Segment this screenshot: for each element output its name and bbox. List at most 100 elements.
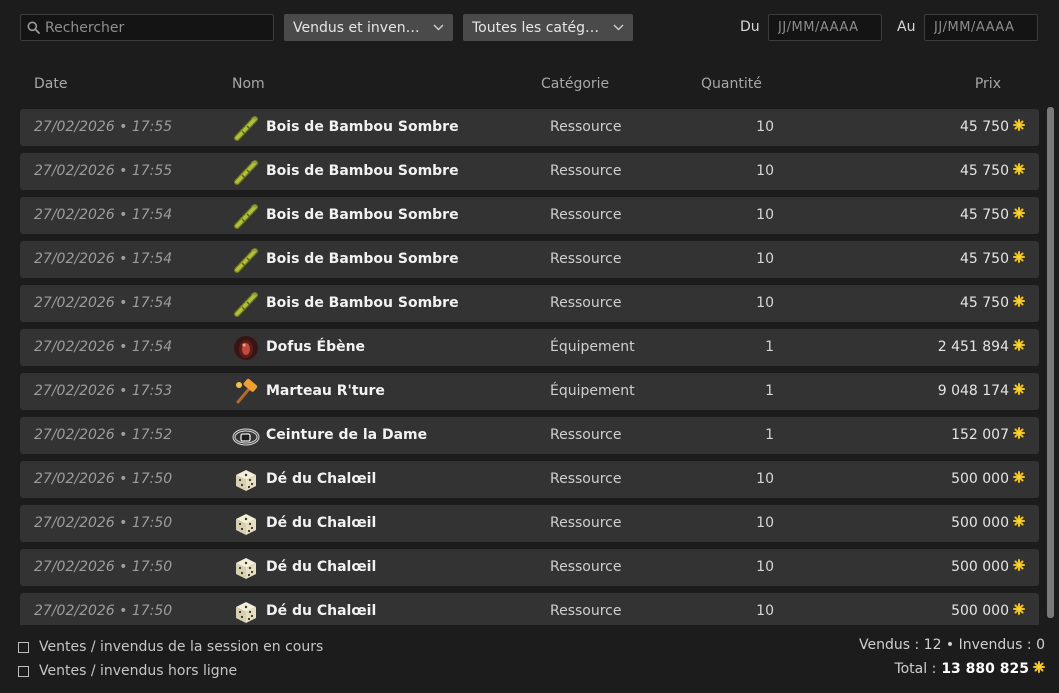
bamboo-wood-icon	[232, 202, 260, 230]
session-sales-checkbox[interactable]	[18, 641, 29, 653]
kama-icon	[1033, 661, 1045, 677]
row-date: 27/02/2026 • 17:54	[34, 339, 173, 355]
total-amount: Total : 13 880 825	[894, 661, 1045, 677]
column-header-date[interactable]: Date	[34, 76, 67, 92]
total-label: Total :	[894, 661, 937, 677]
table-row[interactable]: 27/02/2026 • 17:50 Dé du Chalœil Ressource…	[20, 549, 1039, 586]
row-item-name: Dé du Chalœil	[266, 471, 377, 487]
row-price: 45 750	[960, 207, 1025, 223]
kama-icon	[1013, 251, 1025, 267]
table-row[interactable]: 27/02/2026 • 17:55 Bois de Bambou Sombre R…	[20, 109, 1039, 146]
row-price-value: 2 451 894	[937, 339, 1009, 355]
row-item-name: Dé du Chalœil	[266, 559, 377, 575]
row-quantity: 10	[756, 603, 774, 619]
bamboo-wood-icon	[232, 114, 260, 142]
dofus-egg-icon	[232, 334, 260, 362]
column-header-name[interactable]: Nom	[232, 76, 265, 92]
kama-icon	[1013, 471, 1025, 487]
table-row[interactable]: 27/02/2026 • 17:50 Dé du Chalœil Ressource…	[20, 461, 1039, 498]
row-price: 45 750	[960, 119, 1025, 135]
search-input[interactable]	[45, 19, 265, 36]
table-row[interactable]: 27/02/2026 • 17:54 Bois de Bambou Sombre R…	[20, 241, 1039, 278]
row-price-value: 45 750	[960, 251, 1009, 267]
bamboo-wood-icon	[232, 246, 260, 274]
table-row[interactable]: 27/02/2026 • 17:50 Dé du Chalœil Ressource…	[20, 593, 1039, 625]
scrollbar[interactable]	[1047, 107, 1054, 618]
filter-bar: Vendus et invendus Toutes les catégories…	[0, 0, 1059, 56]
column-header-category[interactable]: Catégorie	[541, 76, 609, 92]
table-row[interactable]: 27/02/2026 • 17:50 Dé du Chalœil Ressource…	[20, 505, 1039, 542]
row-date: 27/02/2026 • 17:50	[34, 471, 173, 487]
kama-icon	[1013, 515, 1025, 531]
row-item-name: Dé du Chalœil	[266, 515, 377, 531]
dice-icon	[232, 510, 260, 538]
row-date: 27/02/2026 • 17:54	[34, 251, 173, 267]
row-price-value: 9 048 174	[937, 383, 1009, 399]
row-price-value: 45 750	[960, 119, 1009, 135]
row-date: 27/02/2026 • 17:54	[34, 207, 173, 223]
table-row[interactable]: 27/02/2026 • 17:54 Bois de Bambou Sombre R…	[20, 285, 1039, 322]
row-price: 500 000	[951, 515, 1025, 531]
kama-icon	[1013, 559, 1025, 575]
kama-icon	[1013, 119, 1025, 135]
row-price: 45 750	[960, 251, 1025, 267]
row-category: Ressource	[550, 603, 622, 619]
row-category: Ressource	[550, 471, 622, 487]
row-price-value: 152 007	[951, 427, 1009, 443]
kama-icon	[1013, 163, 1025, 179]
row-quantity: 10	[756, 295, 774, 311]
row-quantity: 10	[756, 251, 774, 267]
scrollbar-thumb[interactable]	[1047, 107, 1054, 618]
table-row[interactable]: 27/02/2026 • 17:53 Marteau R'ture Équipeme…	[20, 373, 1039, 410]
table-header: Date Nom Catégorie Quantité Prix	[0, 70, 1059, 98]
status-filter-dropdown[interactable]: Vendus et invendus	[284, 14, 453, 41]
table-row[interactable]: 27/02/2026 • 17:55 Bois de Bambou Sombre R…	[20, 153, 1039, 190]
row-price: 500 000	[951, 471, 1025, 487]
dice-icon	[232, 554, 260, 582]
date-to-label: Au	[897, 19, 916, 35]
offline-sales-checkbox[interactable]	[18, 665, 29, 677]
column-header-price[interactable]: Prix	[975, 76, 1001, 92]
sales-history-list: 27/02/2026 • 17:55 Bois de Bambou Sombre R…	[20, 109, 1039, 625]
search-icon	[27, 21, 40, 34]
table-row[interactable]: 27/02/2026 • 17:54 Dofus Ébène Équipement 1…	[20, 329, 1039, 366]
kama-icon	[1013, 207, 1025, 223]
offline-sales-toggle[interactable]: Ventes / invendus hors ligne	[18, 663, 237, 679]
row-item-name: Dofus Ébène	[266, 339, 366, 355]
row-quantity: 10	[756, 515, 774, 531]
table-row[interactable]: 27/02/2026 • 17:52 Ceinture de la Dame Res…	[20, 417, 1039, 454]
row-price-value: 45 750	[960, 295, 1009, 311]
row-date: 27/02/2026 • 17:50	[34, 515, 173, 531]
category-filter-dropdown[interactable]: Toutes les catégories	[463, 14, 633, 41]
row-category: Ressource	[550, 515, 622, 531]
row-quantity: 10	[756, 559, 774, 575]
belt-icon	[232, 422, 260, 450]
row-price: 45 750	[960, 163, 1025, 179]
row-item-name: Bois de Bambou Sombre	[266, 163, 459, 179]
row-category: Équipement	[550, 383, 635, 399]
row-price: 500 000	[951, 603, 1025, 619]
footer: Ventes / invendus de la session en cours…	[0, 628, 1059, 693]
search-box[interactable]	[20, 14, 274, 41]
row-category: Ressource	[550, 295, 622, 311]
date-from-input[interactable]	[768, 14, 882, 41]
row-price: 500 000	[951, 559, 1025, 575]
column-header-quantity[interactable]: Quantité	[701, 76, 762, 92]
row-item-name: Marteau R'ture	[266, 383, 385, 399]
row-price: 152 007	[951, 427, 1025, 443]
date-to-input[interactable]	[924, 14, 1038, 41]
table-row[interactable]: 27/02/2026 • 17:54 Bois de Bambou Sombre R…	[20, 197, 1039, 234]
row-date: 27/02/2026 • 17:55	[34, 163, 173, 179]
kama-icon	[1013, 427, 1025, 443]
status-filter-label: Vendus et invendus	[293, 19, 425, 36]
row-date: 27/02/2026 • 17:50	[34, 559, 173, 575]
row-quantity: 10	[756, 119, 774, 135]
row-price-value: 45 750	[960, 207, 1009, 223]
row-item-name: Bois de Bambou Sombre	[266, 207, 459, 223]
row-price-value: 500 000	[951, 603, 1009, 619]
row-quantity: 10	[756, 163, 774, 179]
session-sales-toggle[interactable]: Ventes / invendus de la session en cours	[18, 639, 323, 655]
row-price-value: 500 000	[951, 471, 1009, 487]
chevron-down-icon	[613, 24, 624, 31]
row-quantity: 1	[765, 427, 774, 443]
